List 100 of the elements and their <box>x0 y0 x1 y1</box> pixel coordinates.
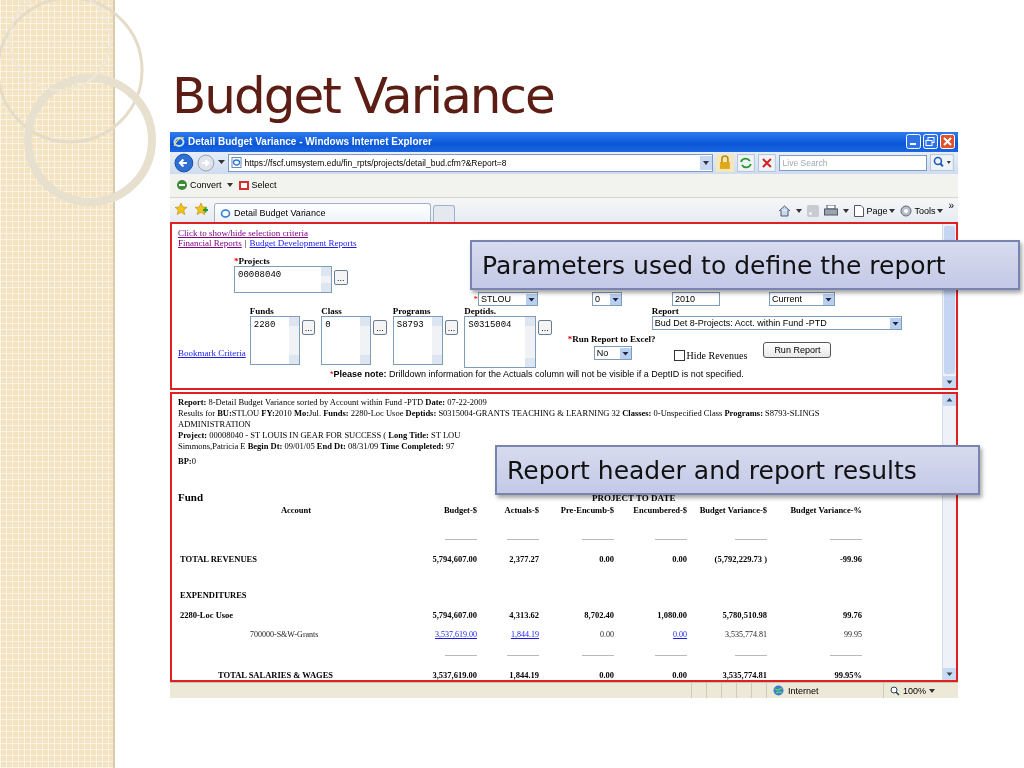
caret-icon[interactable] <box>226 183 233 188</box>
caret-icon <box>610 293 621 305</box>
list-field[interactable]: 2280 <box>249 316 300 366</box>
scroll-down-icon[interactable] <box>943 376 956 389</box>
browser-tab[interactable]: Detail Budget Variance <box>214 203 431 223</box>
security-zone: Internet <box>766 683 883 698</box>
lookup-button[interactable]: ... <box>334 270 348 286</box>
magnifier-icon <box>890 685 900 696</box>
caret-icon <box>937 209 944 214</box>
field-label: Report <box>651 306 680 317</box>
table-cell-text: 8,702.40 <box>583 609 614 623</box>
caret-icon[interactable] <box>217 160 225 166</box>
fund-heading: Fund <box>178 491 204 504</box>
caret-icon <box>823 293 834 305</box>
lookup-button[interactable]: ... <box>373 320 387 336</box>
table-cell-text: 0.00 <box>599 629 614 642</box>
toolbar-button[interactable]: Page <box>854 205 896 218</box>
restore-icon[interactable] <box>923 134 938 150</box>
column-header: Actuals-$ <box>503 504 539 518</box>
scroll-up-icon[interactable] <box>943 394 956 407</box>
browser-logo-icon <box>220 207 231 219</box>
caret-icon[interactable] <box>700 155 713 170</box>
amount-link[interactable]: 0.00 <box>614 625 687 646</box>
table-cell-text: 0.00 <box>671 553 687 567</box>
toolbar-button[interactable]: Tools <box>900 205 944 218</box>
nav-link[interactable]: Budget Development Reports <box>249 238 357 249</box>
toggle-link[interactable]: Click to show/hide selection criteria <box>178 228 308 239</box>
table-cell-text: (5,792,229.73 ) <box>713 553 767 567</box>
table-cell-text: TOTAL SALARIES & WAGES <box>217 669 335 681</box>
back-icon[interactable] <box>174 152 194 173</box>
lookup-button[interactable]: ... <box>444 320 459 336</box>
field-label: Class <box>321 306 343 317</box>
add-favorite-icon[interactable] <box>194 202 208 217</box>
table-cell-text: 5,780,510.98 <box>721 609 767 623</box>
input-field[interactable]: 2010 <box>672 292 720 307</box>
print-icon[interactable] <box>824 205 839 218</box>
dropdown-select[interactable]: 0 <box>592 292 622 307</box>
search-field[interactable]: Live Search <box>778 154 928 171</box>
nav-link[interactable]: Financial Reports <box>178 238 242 249</box>
field-label: *Run Report to Excel? <box>567 334 656 345</box>
bookmark-link[interactable]: Bookmark Criteria <box>178 348 246 359</box>
lookup-button[interactable]: ... <box>538 320 552 336</box>
column-header: Budget-$ <box>442 504 477 518</box>
overflow-button[interactable]: » <box>948 200 954 212</box>
scroll-down-icon[interactable] <box>943 668 956 681</box>
run-report-button[interactable]: Run Report <box>763 342 832 359</box>
zoom-button[interactable]: 100% <box>883 683 958 698</box>
close-icon[interactable] <box>940 134 955 150</box>
caret-icon[interactable] <box>843 209 850 214</box>
toolbar-button[interactable]: Convert <box>176 179 222 192</box>
callout-tooltip: Parameters used to define the report <box>470 240 1020 290</box>
table-cell-text: 99.95% <box>833 669 862 681</box>
toolbar-button[interactable]: Select <box>237 179 277 192</box>
stop-icon[interactable] <box>757 153 776 172</box>
checkbox[interactable] <box>673 350 685 362</box>
search-icon[interactable] <box>930 154 954 172</box>
required-mark: * <box>473 294 478 305</box>
list-field[interactable]: 0 <box>321 316 372 366</box>
slide-title: Budget Variance <box>172 66 555 127</box>
report-select[interactable]: Bud Det 8-Projects: Acct. within Fund -PTD <box>651 316 902 331</box>
field-label: *Projects <box>234 256 271 267</box>
table-cell-text: 3,535,774.81 <box>721 669 767 681</box>
new-tab-button[interactable] <box>433 205 455 223</box>
report-header-text: Project: 00008040 - ST LOUIS IN GEAR FOR SUCCESS ( Long Title: ST LOU <box>178 430 462 442</box>
page-icon <box>854 205 865 218</box>
report-header-text: Report: 8-Detail Budget Variance sorted by Account within Fund -PTD Date: 07-22-2009 <box>178 397 488 409</box>
projects-field[interactable]: 00008040 <box>234 266 332 294</box>
table-cell-text: 99.76 <box>841 609 862 623</box>
refresh-icon[interactable] <box>736 153 755 172</box>
caret-icon[interactable] <box>796 209 803 214</box>
convert-icon <box>176 179 188 192</box>
home-icon[interactable] <box>778 205 792 218</box>
table-cell-text: 99.95 <box>843 629 862 642</box>
callout-tooltip: Report header and report results <box>495 445 980 495</box>
caret-icon <box>619 347 631 359</box>
table-cell-text: 1,844.19 <box>508 669 539 681</box>
note-text: *Please note: Drilldown information for the Actuals column will not be visible if a DeptID is not specified. <box>330 369 745 380</box>
address-field[interactable]: https://fscf.umsystem.edu/fin_rpts/projects/detail_bud.cfm?&Report=8 <box>227 153 714 172</box>
list-field[interactable]: S0315004 <box>464 316 537 369</box>
excel-select[interactable]: No <box>593 346 632 361</box>
report-header-text: Results for BU:STLOU FY:2010 Mo:Jul. Funds: 2280-Loc Usoe Deptids: S0315004-GRANTS TEACHING & LEARNING 32 Classes: 0-Unspecified Class Programs: S8793-SLINGS ADMINISTRATION <box>178 408 821 431</box>
dropdown-select[interactable]: STLOU <box>478 292 538 307</box>
favorites-star-icon[interactable] <box>174 202 188 217</box>
column-header: Budget Variance-$ <box>698 504 767 518</box>
caret-icon <box>929 688 936 693</box>
field-label: Programs <box>392 306 432 317</box>
table-cell-text: 2280-Loc Usoe <box>179 609 235 623</box>
lookup-button[interactable]: ... <box>301 320 316 336</box>
table-cell-text: TOTAL REVENUES <box>179 553 258 567</box>
minimize-icon[interactable] <box>906 134 921 150</box>
dropdown-select[interactable]: Current <box>769 292 835 307</box>
table-cell-text: 0.00 <box>598 553 614 567</box>
field-label: Funds <box>249 306 275 317</box>
amount-link[interactable]: 1,844.19 <box>477 625 539 646</box>
amount-link[interactable]: 3,537,619.00 <box>414 625 477 646</box>
caret-icon <box>526 293 537 305</box>
table-cell-text: EXPENDITURES <box>179 589 248 603</box>
caret-icon <box>889 317 901 329</box>
page-icon <box>230 157 242 169</box>
list-field[interactable]: S8793 <box>392 316 443 366</box>
